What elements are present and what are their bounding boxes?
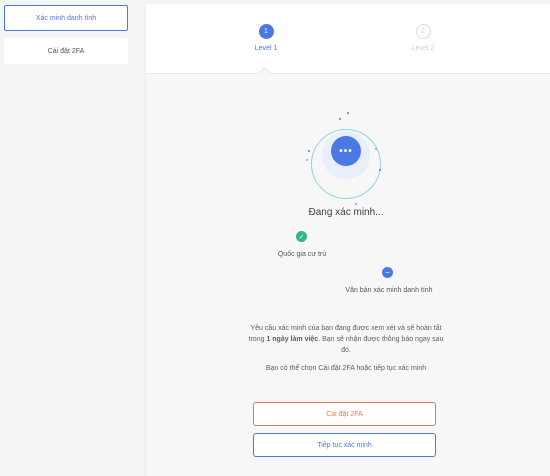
check-icon: ✓ xyxy=(296,231,307,242)
continue-verification-button[interactable]: Tiếp tục xác minh xyxy=(253,433,436,457)
sidebar-item-label: Cài đặt 2FA xyxy=(47,47,85,55)
sparkle-dot xyxy=(308,150,310,152)
verification-status: ••• Đang xác minh... ✓ Quốc gia cư trú −… xyxy=(146,74,550,474)
sparkle-dot xyxy=(355,203,357,205)
sparkle-dot xyxy=(347,112,349,114)
step-label: Level 1 xyxy=(254,45,278,52)
continue-verification-button-label: Tiếp tục xác minh xyxy=(317,441,372,449)
step-number-badge: 1 xyxy=(258,24,274,39)
sparkle-dot xyxy=(339,118,341,120)
setup-2fa-button[interactable]: Cài đặt 2FA xyxy=(253,402,436,426)
sidebar-item-2fa-setup[interactable]: Cài đặt 2FA xyxy=(4,38,128,64)
step-item-country-label: Quốc gia cư trú xyxy=(277,251,327,258)
options-hint: Bạn có thể chọn Cài đặt 2FA hoặc tiếp tụ… xyxy=(265,365,427,372)
main-panel: 1 Level 1 2 Level 2 ••• Đang xác minh...… xyxy=(145,4,550,476)
step-level-2[interactable]: 2 Level 2 xyxy=(403,24,443,52)
sidebar-item-identity-verification[interactable]: Xác minh danh tính xyxy=(4,5,128,31)
step-progress-bar: 1 Level 1 2 Level 2 xyxy=(146,4,550,80)
status-title: Đang xác minh... xyxy=(308,207,384,218)
sparkle-dot xyxy=(379,169,381,171)
step-item-document-label: Văn bản xác minh danh tính xyxy=(345,287,433,294)
review-message-suffix: . Bạn sẽ nhận được thông báo ngay sau đó… xyxy=(318,336,444,354)
step-level-1[interactable]: 1 Level 1 xyxy=(246,24,286,52)
step-label: Level 2 xyxy=(411,45,435,52)
review-message: Yêu cầu xác minh của bạn đang được xem x… xyxy=(246,323,446,356)
more-dots-icon: ••• xyxy=(331,136,361,166)
sidebar-item-label: Xác minh danh tính xyxy=(35,14,97,22)
sidebar: Xác minh danh tính Cài đặt 2FA xyxy=(4,5,128,71)
setup-2fa-button-label: Cài đặt 2FA xyxy=(326,410,363,418)
sparkle-dot xyxy=(306,159,308,161)
step-number-badge: 2 xyxy=(415,24,431,39)
minus-icon: − xyxy=(382,267,393,278)
review-duration: 1 ngày làm việc xyxy=(266,336,319,343)
sparkle-dot xyxy=(375,148,377,150)
